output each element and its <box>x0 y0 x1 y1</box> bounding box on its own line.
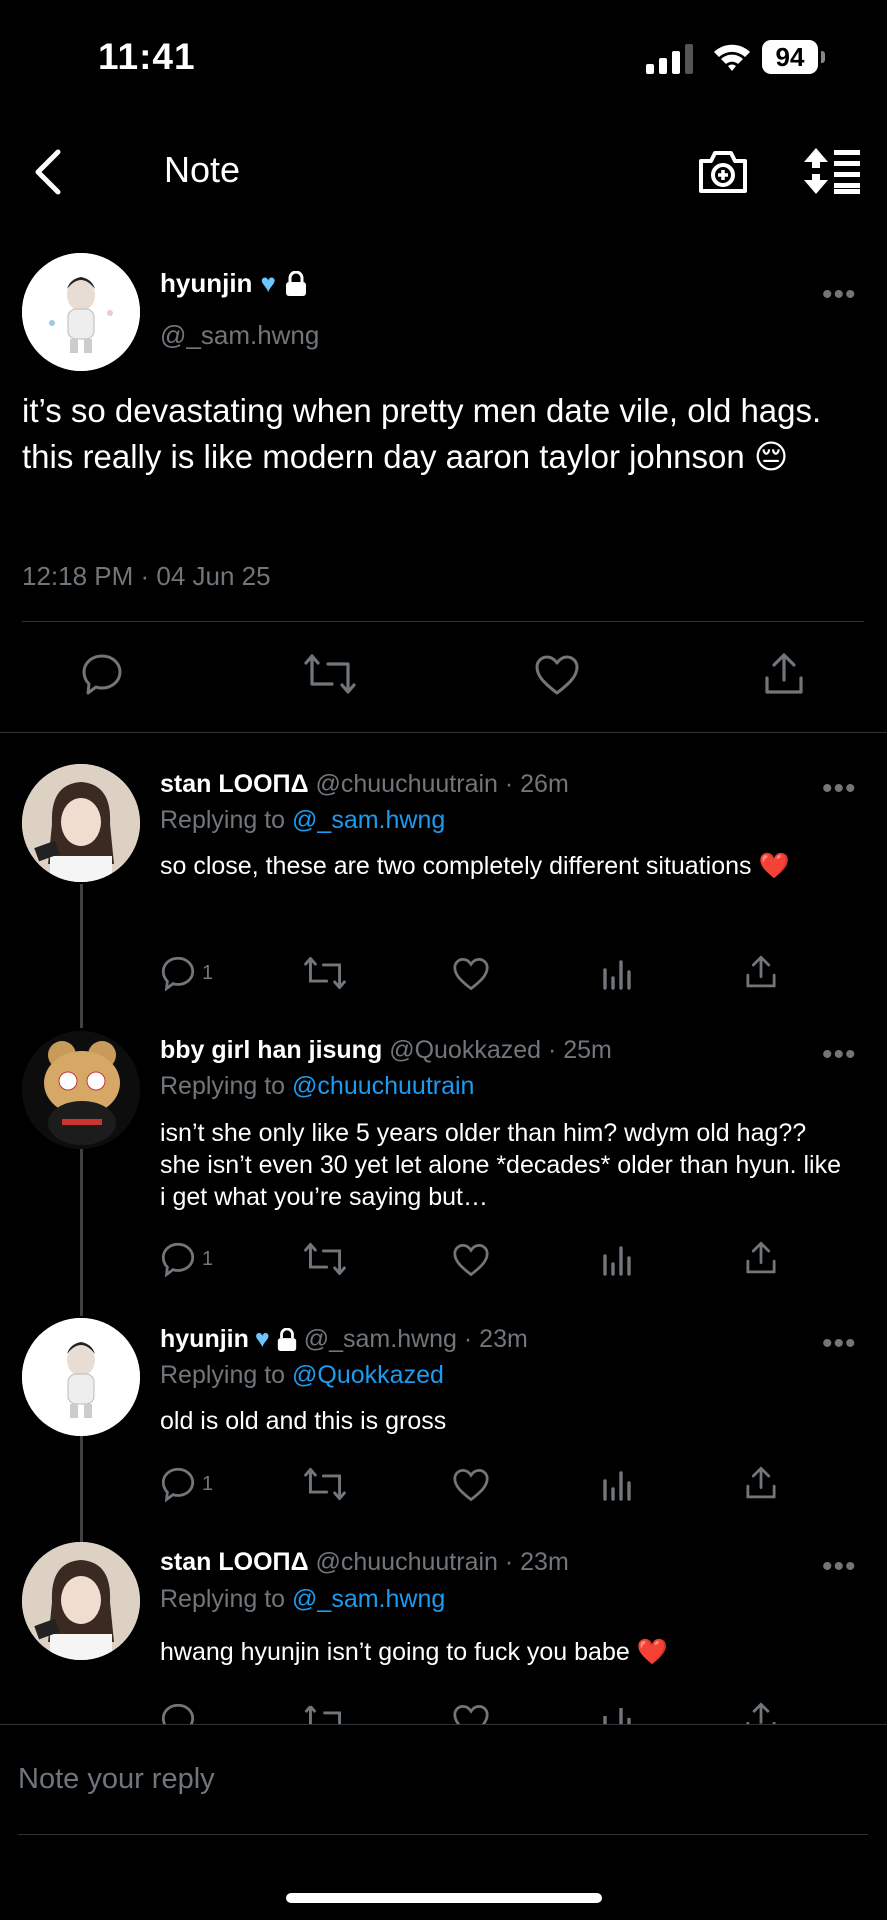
battery-indicator: 94 <box>762 40 825 74</box>
mention-link[interactable]: @Quokkazed <box>292 1361 444 1389</box>
reply-input[interactable]: Note your reply <box>18 1763 215 1796</box>
more-options-icon[interactable]: ••• <box>822 278 857 312</box>
divider <box>0 732 887 733</box>
reply-meta: @_sam.hwng · 23m <box>303 1325 528 1353</box>
like-heart-icon[interactable] <box>452 1704 490 1724</box>
mention-link[interactable]: @_sam.hwng <box>292 1585 445 1613</box>
mention-link[interactable]: @_sam.hwng <box>292 806 445 834</box>
reply-meta: @chuuchuutrain · 23m <box>315 1548 569 1576</box>
more-options-icon[interactable]: ••• <box>822 1550 857 1584</box>
back-arrow-icon[interactable] <box>30 148 64 196</box>
divider <box>18 1834 868 1835</box>
reply-author-name: stan LOOΠΔ <box>160 1548 309 1576</box>
reply-text: so close, these are two completely diffe… <box>160 852 790 880</box>
avatar-image <box>22 253 140 371</box>
avatar-image <box>22 1318 140 1436</box>
replying-to: Replying to @_sam.hwng <box>160 806 446 834</box>
avatar-image <box>22 1542 140 1660</box>
avatar[interactable] <box>22 253 140 371</box>
replying-to: Replying to @chuuchuutrain <box>160 1072 475 1100</box>
avatar[interactable] <box>22 1031 140 1149</box>
like-heart-icon[interactable] <box>452 957 490 991</box>
avatar[interactable] <box>22 1542 140 1660</box>
author-handle[interactable]: @_sam.hwng <box>160 320 319 351</box>
reply-text: isn’t she only like 5 years older than h… <box>160 1119 842 1211</box>
repost-icon[interactable] <box>304 1467 346 1501</box>
page-title: Note <box>164 149 241 190</box>
reply-author-row[interactable]: stan LOOΠΔ @chuuchuutrain · 26m <box>160 770 569 799</box>
share-icon[interactable] <box>744 955 778 989</box>
more-options-icon[interactable]: ••• <box>822 772 857 806</box>
repost-icon[interactable] <box>304 956 346 990</box>
repost-icon[interactable] <box>304 1704 346 1724</box>
cellular-signal-icon <box>646 44 693 74</box>
thread-connector <box>80 884 83 1028</box>
reply-icon[interactable] <box>80 652 124 696</box>
like-heart-icon[interactable] <box>534 654 580 696</box>
reply-count: 1 <box>202 1472 214 1495</box>
post-text: it’s so devastating when pretty men date… <box>22 392 822 475</box>
reply-icon <box>161 956 195 991</box>
reply-author-row[interactable]: stan LOOΠΔ @chuuchuutrain · 23m <box>160 1548 569 1577</box>
thread-connector <box>80 1436 83 1542</box>
share-icon[interactable] <box>762 652 806 696</box>
verified-heart-icon: ♥ <box>254 1325 270 1353</box>
thread-connector <box>80 1148 83 1316</box>
reply-author-row[interactable]: hyunjin ♥ @_sam.hwng · 23m <box>160 1325 528 1354</box>
reply-author-row[interactable]: bby girl han jisung @Quokkazed · 25m <box>160 1036 612 1065</box>
battery-level: 94 <box>762 40 818 74</box>
like-heart-icon[interactable] <box>452 1243 490 1277</box>
repost-icon[interactable] <box>304 1242 346 1276</box>
lock-icon <box>285 270 306 296</box>
reply-meta: @chuuchuutrain · 26m <box>315 770 569 798</box>
views-chart-icon[interactable] <box>602 1469 632 1501</box>
reply-count: 1 <box>202 1247 214 1270</box>
more-options-icon[interactable]: ••• <box>822 1038 857 1072</box>
reply-text: old is old and this is gross <box>160 1407 447 1435</box>
avatar[interactable] <box>22 1318 140 1436</box>
avatar[interactable] <box>22 764 140 882</box>
camera-add-icon[interactable] <box>697 147 749 195</box>
replying-to: Replying to @_sam.hwng <box>160 1585 446 1613</box>
reply-button[interactable]: 1 <box>160 1466 213 1502</box>
reply-button[interactable]: 1 <box>160 1241 213 1277</box>
reply-text: hwang hyunjin isn’t going to fuck you ba… <box>160 1638 668 1666</box>
lock-icon <box>277 1327 296 1351</box>
author-name-row[interactable]: hyunjin ♥ <box>160 268 308 299</box>
share-icon[interactable] <box>744 1466 778 1500</box>
reply-count: 1 <box>202 961 214 984</box>
share-icon[interactable] <box>744 1241 778 1275</box>
wifi-icon <box>714 44 750 71</box>
avatar-image <box>22 1031 140 1149</box>
reply-author-name: bby girl han jisung <box>160 1036 383 1064</box>
reply-author-name: stan LOOΠΔ <box>160 770 309 798</box>
views-chart-icon[interactable] <box>602 1704 632 1724</box>
home-indicator[interactable] <box>286 1893 602 1903</box>
status-time: 11:41 <box>98 36 196 77</box>
reply-icon <box>161 1242 195 1277</box>
partial-action-row <box>0 1696 887 1724</box>
divider <box>22 621 864 622</box>
sort-order-icon[interactable] <box>802 148 860 194</box>
reply-button[interactable]: 1 <box>160 955 213 991</box>
like-heart-icon[interactable] <box>452 1468 490 1502</box>
views-chart-icon[interactable] <box>602 1244 632 1276</box>
avatar-image <box>22 764 140 882</box>
author-name: hyunjin <box>160 268 253 298</box>
share-icon[interactable] <box>744 1702 778 1724</box>
mention-link[interactable]: @chuuchuutrain <box>292 1072 474 1100</box>
reply-icon <box>161 1467 195 1502</box>
reply-meta: @Quokkazed · 25m <box>389 1036 612 1064</box>
post-timestamp: 12:18 PM · 04 Jun 25 <box>22 561 271 591</box>
replying-to: Replying to @Quokkazed <box>160 1361 444 1389</box>
views-chart-icon[interactable] <box>602 958 632 990</box>
reply-author-name: hyunjin <box>160 1325 249 1353</box>
verified-heart-icon: ♥ <box>260 268 276 298</box>
more-options-icon[interactable]: ••• <box>822 1327 857 1361</box>
reply-icon[interactable] <box>160 1702 196 1724</box>
repost-icon[interactable] <box>304 654 356 694</box>
